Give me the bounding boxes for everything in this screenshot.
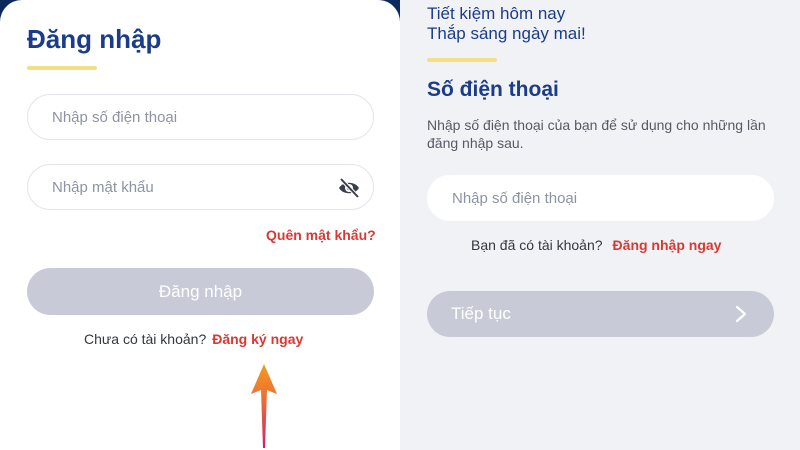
password-input-placeholder: Nhập mật khẩu bbox=[52, 178, 154, 196]
continue-button[interactable]: Tiếp tục bbox=[427, 291, 774, 337]
login-button[interactable]: Đăng nhập bbox=[27, 268, 374, 315]
tagline-accent-bar bbox=[427, 58, 497, 62]
login-button-label: Đăng nhập bbox=[158, 281, 243, 301]
register-prompt: Chưa có tài khoản? Đăng ký ngay bbox=[84, 331, 303, 347]
phone-step-screen: Tiết kiệm hôm nay Thắp sáng ngày mai! Số… bbox=[400, 0, 800, 450]
login-prompt: Bạn đã có tài khoản? Đăng nhập ngay bbox=[471, 237, 721, 253]
phone-step-description: Nhập số điện thoại của bạn để sử dụng ch… bbox=[427, 117, 766, 151]
no-account-text: Chưa có tài khoản? bbox=[84, 331, 207, 347]
login-title: Đăng nhập bbox=[27, 24, 162, 54]
login-screen: Đăng nhập Nhập số điện thoại Nhập mật kh… bbox=[0, 0, 400, 450]
have-account-text: Bạn đã có tài khoản? bbox=[471, 237, 603, 253]
phone-input-placeholder: Nhập số điện thoại bbox=[52, 108, 178, 126]
eye-slash-icon[interactable] bbox=[337, 177, 361, 199]
register-link[interactable]: Đăng ký ngay bbox=[212, 331, 303, 347]
login-now-link[interactable]: Đăng nhập ngay bbox=[613, 237, 722, 253]
chevron-right-icon bbox=[735, 305, 747, 323]
phone-input-placeholder: Nhập số điện thoại bbox=[452, 189, 578, 207]
phone-input[interactable]: Nhập số điện thoại bbox=[27, 94, 374, 140]
phone-step-title: Số điện thoại bbox=[427, 78, 559, 101]
title-accent-bar bbox=[27, 66, 97, 70]
continue-button-label: Tiếp tục bbox=[451, 304, 511, 323]
forgot-password-link[interactable]: Quên mật khẩu? bbox=[266, 227, 376, 243]
tagline-line-1: Tiết kiệm hôm nay bbox=[427, 4, 566, 23]
arrow-up-icon bbox=[251, 364, 277, 448]
tagline-line-2: Thắp sáng ngày mai! bbox=[427, 24, 586, 43]
password-input[interactable]: Nhập mật khẩu bbox=[27, 164, 374, 210]
phone-input[interactable]: Nhập số điện thoại bbox=[427, 175, 774, 221]
